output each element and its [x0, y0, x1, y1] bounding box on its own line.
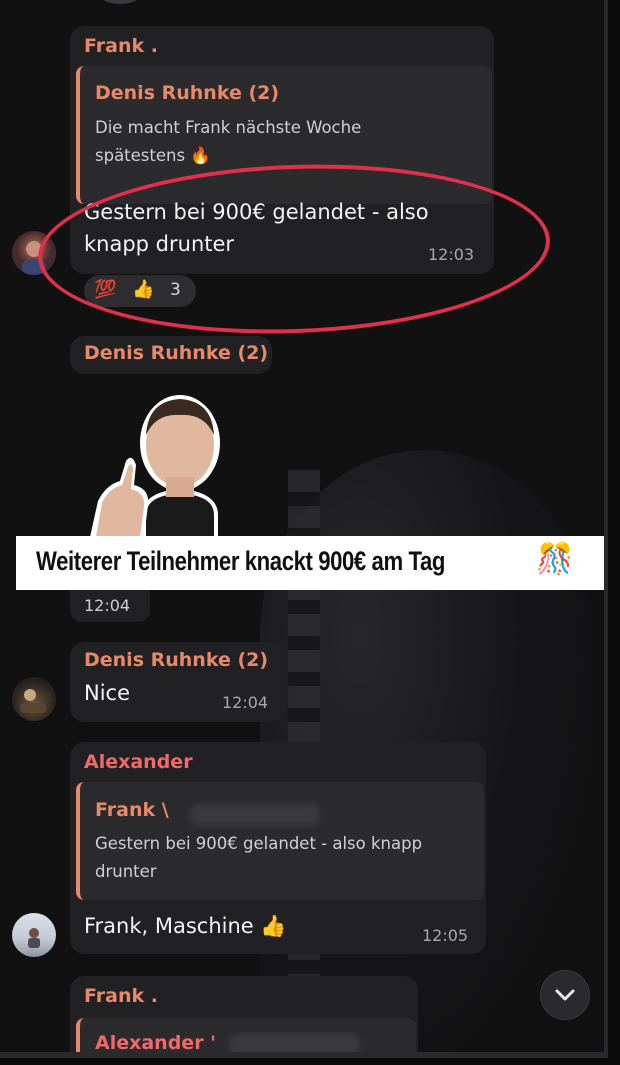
message-time: 12:04: [84, 596, 131, 615]
avatar-image: [28, 928, 40, 948]
avatar[interactable]: [12, 913, 56, 957]
message-bubble-denis[interactable]: Denis Ruhnke (2): [70, 336, 272, 374]
message-sender[interactable]: Denis Ruhnke (2): [84, 342, 268, 364]
message-bubble-alexander[interactable]: Alexander Frank \ Gestern bei 900€ gelan…: [70, 742, 486, 954]
party-icon: 🎊: [536, 542, 574, 577]
redacted-name: [190, 804, 320, 826]
message-bubble-frank[interactable]: Frank . Alexander ': [70, 976, 418, 1054]
message-bubble-denis[interactable]: Denis Ruhnke (2) Nice 12:04: [70, 642, 286, 722]
image-caption-banner[interactable]: Weiterer Teilnehmer knackt 900€ am Tag 🎊: [16, 536, 604, 590]
message-time: 12:04: [222, 693, 269, 712]
image-caption: Weiterer Teilnehmer knackt 900€ am Tag: [36, 546, 445, 576]
message-sender[interactable]: Frank .: [84, 35, 158, 57]
reply-sender: Alexander ': [95, 1032, 216, 1054]
image-thumbnail-person[interactable]: [76, 385, 276, 537]
redacted-name: [230, 1034, 360, 1052]
reply-quote[interactable]: Alexander ': [76, 1018, 416, 1054]
message-text: Frank, Maschine 👍: [84, 914, 287, 938]
scroll-to-bottom-button[interactable]: [540, 970, 590, 1020]
reply-sender: Frank \: [95, 799, 169, 821]
chevron-down-icon: [555, 989, 575, 1001]
reply-quote[interactable]: Frank \ Gestern bei 900€ gelandet - also…: [76, 782, 484, 900]
avatar[interactable]: [12, 677, 56, 721]
reply-text-line-2: drunter: [95, 862, 157, 881]
reply-text-line-1: Gestern bei 900€ gelandet - also knapp: [95, 834, 423, 853]
image-time-badge: 12:04: [70, 590, 150, 622]
avatar-image: [20, 689, 46, 713]
message-time: 12:05: [422, 926, 469, 945]
message-sender[interactable]: Frank .: [84, 985, 158, 1007]
reply-sender: Denis Ruhnke (2): [95, 82, 280, 104]
reply-text-line-2: spätestens 🔥: [95, 146, 211, 165]
message-sender[interactable]: Alexander: [84, 751, 193, 773]
message-sender[interactable]: Denis Ruhnke (2): [84, 649, 268, 671]
chat-window: Frank . Denis Ruhnke (2) Die macht Frank…: [0, 0, 608, 1058]
avatar[interactable]: [100, 0, 140, 4]
reply-text-line-1: Die macht Frank nächste Woche: [95, 118, 362, 137]
message-text: Nice: [84, 681, 131, 705]
